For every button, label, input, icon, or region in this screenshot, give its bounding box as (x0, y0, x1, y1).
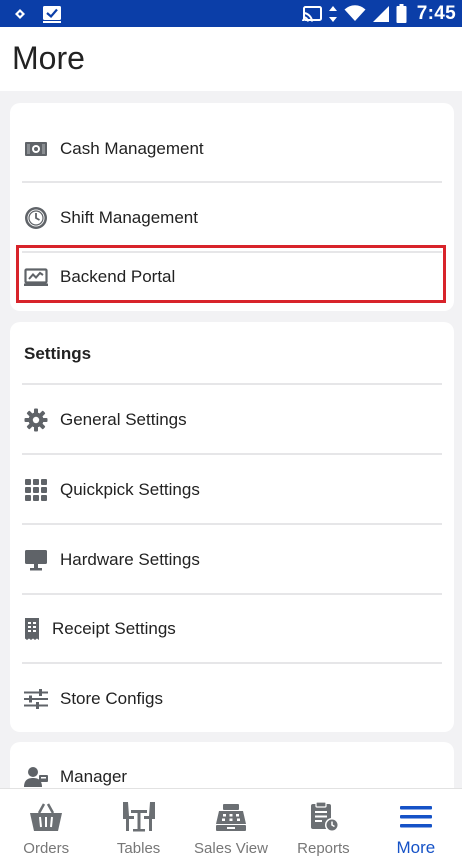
nav-label: Orders (23, 840, 70, 857)
basket-icon (29, 801, 63, 833)
menu-item-cash-management[interactable]: Cash Management (10, 114, 454, 183)
menu-item-hardware-settings[interactable]: Hardware Settings (10, 525, 454, 594)
sliders-icon (22, 685, 50, 713)
settings-card: Settings General Settings Quickpick Sett… (10, 322, 454, 732)
wifi-icon (344, 5, 366, 22)
menu-item-store-configs[interactable]: Store Configs (10, 664, 454, 732)
menu-item-label: Quickpick Settings (60, 479, 200, 499)
receipt-icon (22, 615, 42, 643)
table-icon (122, 801, 156, 833)
menu-item-label: Receipt Settings (52, 618, 176, 638)
notification-icon (14, 8, 26, 20)
nav-item-more[interactable]: More (370, 789, 462, 865)
status-time: 7:45 (416, 2, 456, 24)
menu-card-manager: Manager (10, 742, 454, 788)
menu-item-label: Store Configs (60, 688, 163, 708)
menu-item-receipt-settings[interactable]: Receipt Settings (10, 594, 454, 663)
clock-icon (22, 204, 50, 232)
app-header: More (0, 27, 462, 91)
register-icon (214, 801, 248, 833)
menu-item-general-settings[interactable]: General Settings (10, 385, 454, 454)
highlight-box (16, 245, 446, 303)
battery-icon (396, 4, 407, 23)
data-arrows-icon (328, 5, 338, 23)
menu-card-general: Cash Management Shift Management Backend… (10, 103, 454, 311)
nav-item-sales-view[interactable]: Sales View (185, 789, 277, 865)
more-menu-list[interactable]: Cash Management Shift Management Backend… (0, 91, 462, 788)
nav-item-orders[interactable]: Orders (0, 789, 92, 865)
nav-item-reports[interactable]: Reports (277, 789, 369, 865)
menu-item-manager[interactable]: Manager (10, 742, 454, 788)
menu-item-quickpick-settings[interactable]: Quickpick Settings (10, 455, 454, 524)
nav-label: Reports (297, 840, 350, 857)
menu-icon (399, 801, 433, 833)
monitor-icon (22, 546, 50, 574)
bottom-navigation: Orders Tables Sales View Reports More (0, 788, 462, 865)
report-icon (306, 801, 340, 833)
nav-label: More (396, 838, 436, 857)
nav-item-tables[interactable]: Tables (92, 789, 184, 865)
menu-item-label: Manager (60, 766, 128, 786)
signal-icon (372, 5, 390, 23)
status-left (14, 5, 62, 23)
nav-label: Sales View (194, 840, 268, 857)
grid-icon (22, 476, 50, 504)
page-title: More (12, 40, 85, 76)
settings-section-title: Settings (24, 344, 92, 363)
menu-item-label: Cash Management (60, 138, 204, 158)
status-right: 7:45 (301, 2, 456, 25)
nav-label: Tables (116, 840, 161, 857)
status-bar: 7:45 (0, 0, 462, 27)
menu-item-label: Hardware Settings (60, 549, 200, 569)
manager-icon (22, 763, 50, 789)
menu-item-label: Shift Management (60, 207, 198, 227)
download-check-icon (42, 5, 62, 23)
menu-item-label: General Settings (60, 409, 187, 429)
gear-icon (22, 406, 50, 434)
cast-icon (301, 5, 322, 22)
cash-icon (22, 135, 50, 163)
